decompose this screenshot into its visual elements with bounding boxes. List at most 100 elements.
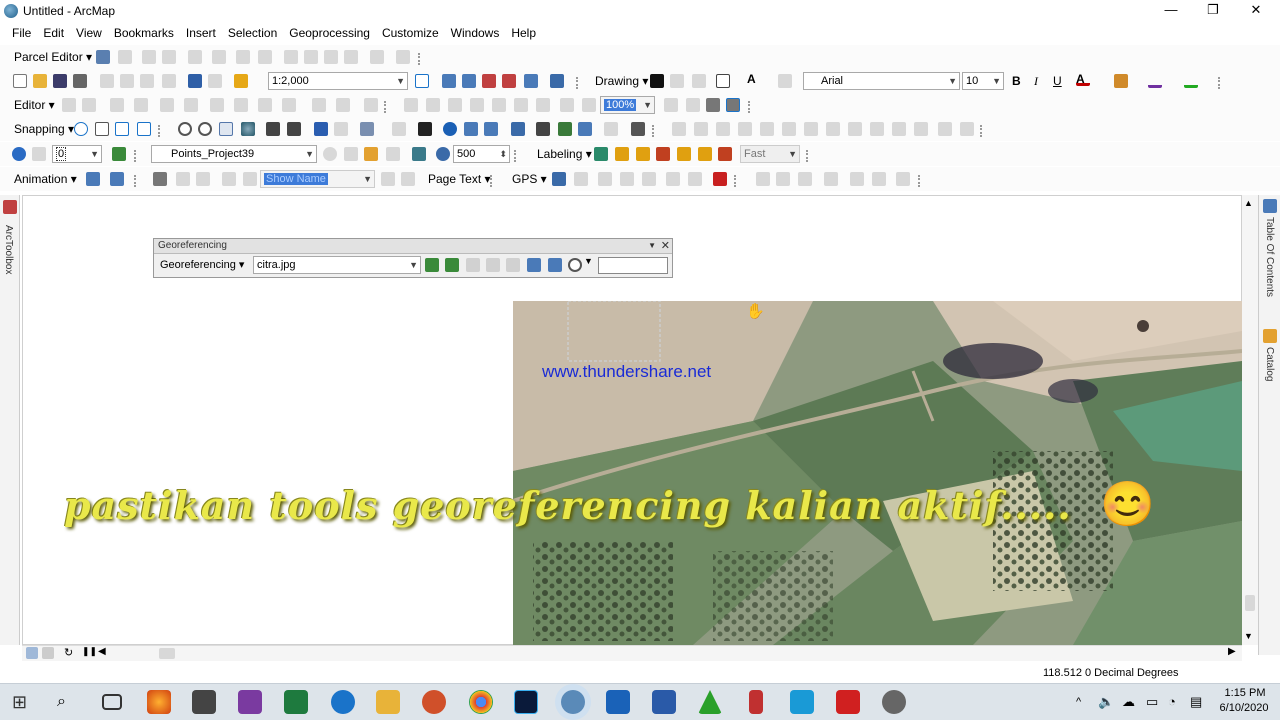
edit-tool-icon[interactable] — [234, 98, 248, 112]
parcel-tool-icon[interactable] — [370, 50, 384, 64]
edit-tool-icon[interactable] — [134, 98, 148, 112]
table-of-contents-icon[interactable] — [442, 74, 456, 88]
tool-icon[interactable] — [32, 147, 46, 161]
globe-icon[interactable] — [12, 147, 26, 161]
zoom-to-selected-link-icon[interactable] — [486, 258, 500, 272]
last-page-icon[interactable] — [401, 172, 415, 186]
edit-tool-icon[interactable] — [536, 98, 550, 112]
label-weight-icon[interactable] — [698, 147, 712, 161]
gps-menu[interactable]: GPS ▾ — [512, 172, 547, 186]
close-icon[interactable]: ✕ — [661, 239, 670, 253]
edit-tool-icon[interactable] — [664, 98, 678, 112]
acrobat-icon[interactable] — [836, 690, 860, 714]
tool-icon[interactable] — [896, 172, 910, 186]
edit-tool-icon[interactable] — [706, 98, 720, 112]
camera-app-icon[interactable] — [790, 690, 814, 714]
tool-icon[interactable] — [776, 172, 790, 186]
scroll-left-icon[interactable]: ◀ — [98, 646, 112, 660]
dropdown-arrow-icon[interactable]: ▼ — [648, 239, 656, 253]
bold-button[interactable]: B — [1012, 74, 1021, 88]
html-popup-icon[interactable] — [464, 122, 478, 136]
edge-snapping-icon[interactable] — [137, 122, 151, 136]
parcel-tool-icon[interactable] — [118, 50, 132, 64]
arcmap-taskbar-icon[interactable] — [561, 690, 585, 714]
refresh-icon[interactable] — [412, 147, 426, 161]
satellite-image[interactable] — [513, 301, 1242, 645]
scroll-up-icon[interactable]: ▲ — [1244, 198, 1258, 212]
clear-selection-icon[interactable] — [392, 122, 406, 136]
go-back-icon[interactable] — [314, 122, 328, 136]
clock-date[interactable]: 6/10/2020 — [1212, 702, 1276, 714]
catalog-icon[interactable] — [462, 74, 476, 88]
search-window-icon[interactable] — [482, 74, 496, 88]
delete-link-icon[interactable] — [506, 258, 520, 272]
georeferencing-menu[interactable]: Georeferencing ▾ — [160, 258, 244, 271]
tool-icon[interactable] — [826, 122, 840, 136]
data-driven-pages-icon[interactable] — [196, 172, 210, 186]
edit-tool-icon[interactable] — [184, 98, 198, 112]
file-explorer-icon[interactable] — [376, 690, 400, 714]
pause-labeling-icon[interactable] — [636, 147, 650, 161]
minimize-button[interactable]: — — [1151, 0, 1191, 22]
parcel-editor-menu[interactable]: Parcel Editor ▾ — [14, 50, 92, 64]
edit-tool-icon[interactable] — [210, 98, 224, 112]
powerpoint-icon[interactable] — [422, 690, 446, 714]
font-name-dropdown[interactable]: Arial ▼ — [803, 72, 960, 90]
map-scale-dropdown[interactable]: 1:2,000 ▼ — [268, 72, 408, 90]
python-window-icon[interactable] — [524, 74, 538, 88]
menu-customize[interactable]: Customize — [376, 26, 445, 40]
arctoolbox-icon[interactable] — [3, 200, 17, 214]
menu-edit[interactable]: Edit — [37, 26, 70, 40]
data-view-icon[interactable] — [26, 647, 38, 659]
drawing-menu[interactable]: Drawing ▾ — [595, 74, 648, 88]
undo-icon[interactable] — [188, 74, 202, 88]
quality-dropdown[interactable]: Fast ▼ — [740, 145, 800, 163]
new-document-icon[interactable] — [13, 74, 27, 88]
point-snapping-icon[interactable] — [74, 122, 88, 136]
edge-icon[interactable] — [331, 690, 355, 714]
menu-windows[interactable]: Windows — [445, 26, 506, 40]
clock-time[interactable]: 1:15 PM — [1220, 687, 1270, 699]
edit-tool-icon[interactable] — [514, 98, 528, 112]
store-icon[interactable] — [192, 690, 216, 714]
parcel-tool-icon[interactable] — [396, 50, 410, 64]
swipe-icon[interactable] — [364, 147, 378, 161]
search-icon[interactable]: ⌕ — [57, 690, 81, 714]
edit-tool-icon[interactable] — [726, 98, 740, 112]
outlook-icon[interactable] — [606, 690, 630, 714]
edit-tool-icon[interactable] — [160, 98, 174, 112]
open-folder-icon[interactable] — [33, 74, 47, 88]
menu-bookmarks[interactable]: Bookmarks — [108, 26, 180, 40]
toolbar-grip[interactable] — [134, 150, 138, 162]
rotation-angle-input[interactable] — [598, 257, 668, 274]
layout-tool-icon[interactable] — [153, 172, 167, 186]
label-priority-icon[interactable] — [677, 147, 691, 161]
edit-tool-icon[interactable] — [686, 98, 700, 112]
arctoolbox-icon[interactable] — [502, 74, 516, 88]
scroll-thumb[interactable] — [1245, 595, 1255, 611]
editor-menu[interactable]: Editor ▾ — [14, 98, 55, 112]
modelbuilder-icon[interactable] — [550, 74, 564, 88]
menu-file[interactable]: File — [6, 26, 37, 40]
select-elements-icon[interactable] — [650, 74, 664, 88]
tool-icon[interactable] — [960, 122, 974, 136]
edit-tool-icon[interactable] — [560, 98, 574, 112]
select-features-icon[interactable] — [360, 122, 374, 136]
zoom-out-icon[interactable] — [198, 122, 212, 136]
table-of-contents-icon[interactable] — [1263, 199, 1277, 213]
font-size-dropdown[interactable]: 10 ▼ — [962, 72, 1004, 90]
toolbar-grip[interactable] — [980, 125, 984, 137]
menu-selection[interactable]: Selection — [222, 26, 283, 40]
rotate-icon[interactable] — [568, 258, 582, 272]
parcel-tool-icon[interactable] — [324, 50, 338, 64]
toolbar-grip[interactable] — [806, 150, 810, 162]
print-icon[interactable] — [73, 74, 87, 88]
toolbar-grip[interactable] — [134, 175, 138, 187]
copy-icon[interactable] — [120, 74, 134, 88]
go-to-xy-icon[interactable] — [578, 122, 592, 136]
excel-icon[interactable] — [284, 690, 308, 714]
table-of-contents-tab[interactable]: Table Of Contents — [1264, 217, 1275, 297]
toolbar-grip[interactable] — [418, 53, 422, 65]
rectangle-icon[interactable] — [716, 74, 730, 88]
catalog-tab[interactable]: Catalog — [1264, 347, 1275, 381]
